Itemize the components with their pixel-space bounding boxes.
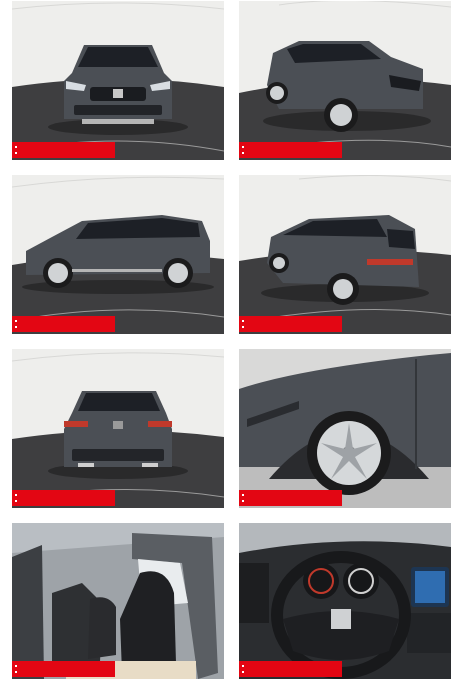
wheel-detail-image [239, 349, 451, 508]
photo-interior-seats[interactable] [12, 523, 224, 679]
photo-wheel-detail[interactable] [239, 349, 451, 508]
red-badge [239, 142, 342, 158]
car-side-image [12, 175, 224, 334]
photo-front-view[interactable] [12, 1, 224, 160]
car-front-image [12, 1, 224, 160]
red-badge [239, 316, 342, 332]
car-rear-image [12, 349, 224, 508]
red-badge [239, 661, 342, 677]
red-badge [239, 490, 342, 506]
red-badge [12, 142, 115, 158]
photo-steering-wheel[interactable] [239, 523, 451, 679]
red-badge [12, 316, 115, 332]
car-rear-angle-image [239, 175, 451, 334]
photo-gallery [0, 0, 452, 679]
steering-wheel-image [239, 523, 451, 679]
photo-rear-three-quarter-view[interactable] [239, 175, 451, 334]
car-front-angle-image [239, 1, 451, 160]
red-badge [12, 661, 115, 677]
red-badge [12, 490, 115, 506]
photo-rear-view[interactable] [12, 349, 224, 508]
interior-seats-image [12, 523, 224, 679]
photo-front-three-quarter-view[interactable] [239, 1, 451, 160]
photo-side-view[interactable] [12, 175, 224, 334]
